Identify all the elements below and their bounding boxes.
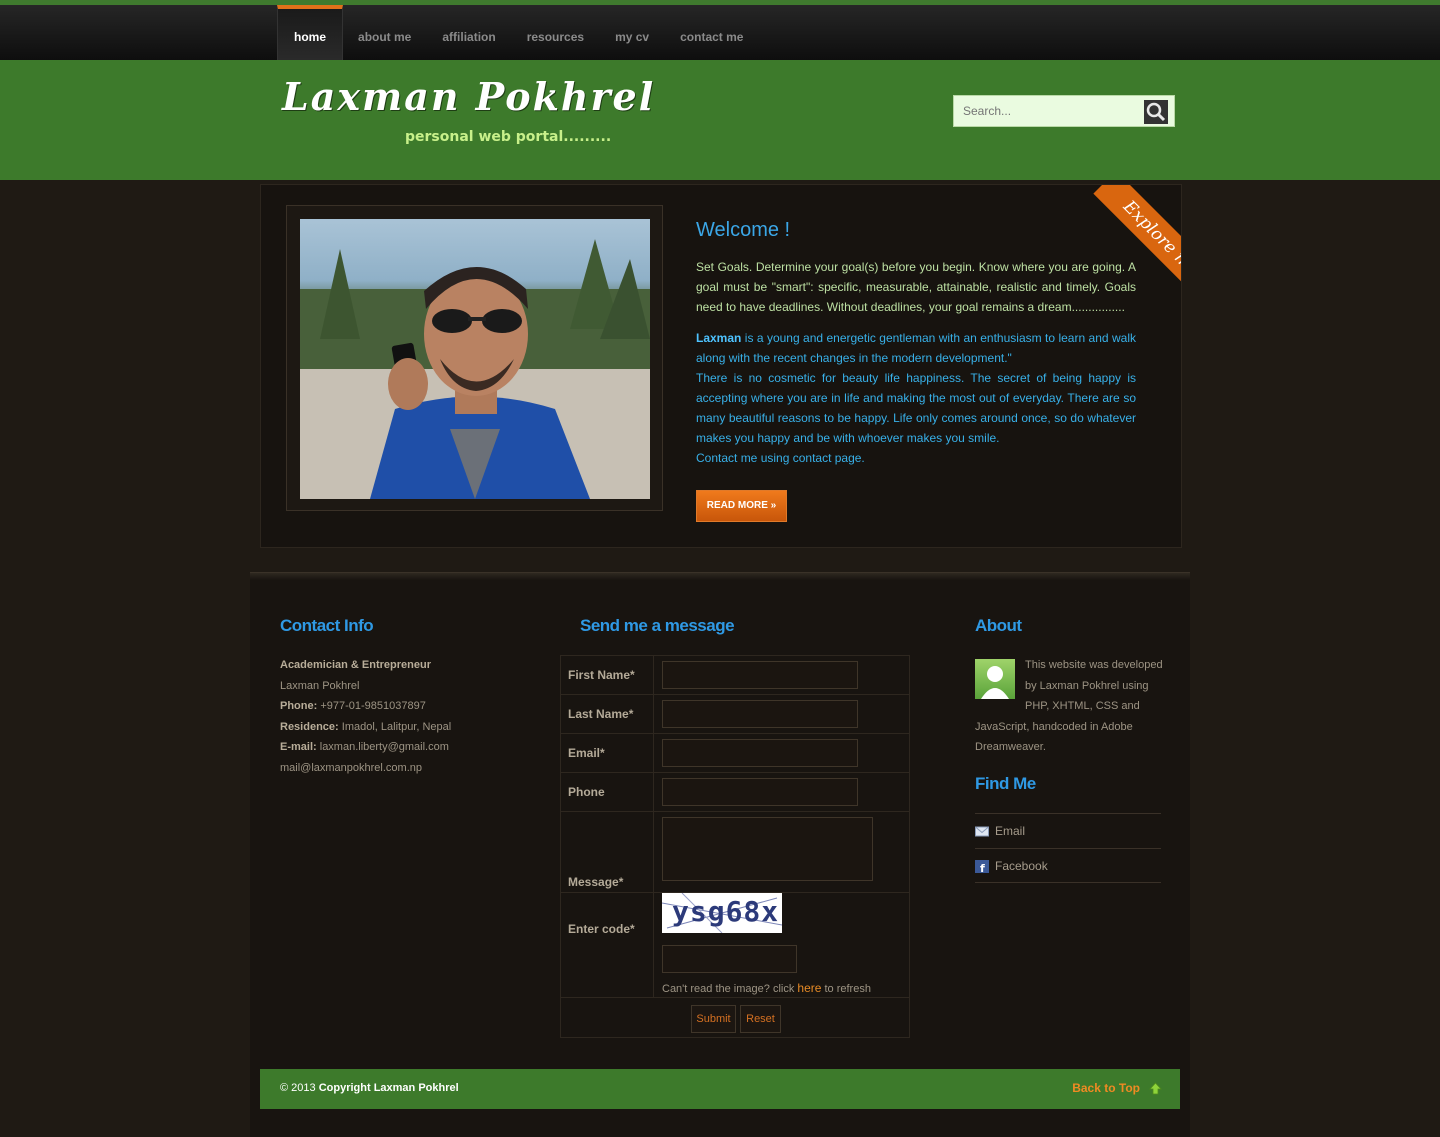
- intro-paragraph: Laxman is a young and energetic gentlema…: [696, 328, 1136, 468]
- nav-home[interactable]: home: [277, 5, 344, 60]
- nav-resources[interactable]: resources: [511, 5, 600, 60]
- email-field[interactable]: [662, 739, 858, 767]
- goals-paragraph: Set Goals. Determine your goal(s) before…: [696, 260, 1136, 314]
- about-heading: About: [975, 616, 1022, 635]
- welcome-feature: Explore me.. Welcome ! Set Goals. Determ…: [260, 184, 1182, 548]
- last-name-label: Last Name*: [561, 695, 654, 733]
- form-row-first-name: First Name*: [561, 656, 909, 695]
- captcha-text: ysg68x: [672, 895, 780, 928]
- contact-hint-text: Contact me using contact page.: [696, 451, 865, 465]
- contact-role: Academician & Entrepreneur: [280, 659, 431, 671]
- top-nav-bar: home about me affiliation resources my c…: [0, 0, 1440, 60]
- about-text: This website was developed by Laxman Pok…: [975, 655, 1165, 758]
- magnifier-icon: [1146, 102, 1166, 122]
- residence-value: Imadol, Lalitpur, Nepal: [341, 720, 452, 733]
- main-nav: home about me affiliation resources my c…: [277, 5, 758, 60]
- phone-value: +977-01-9851037897: [320, 700, 426, 712]
- email-value-2[interactable]: mail@laxmanpokhrel.com.np: [280, 758, 480, 779]
- email-label-form: Email*: [561, 734, 654, 772]
- form-row-email: Email*: [561, 734, 909, 773]
- welcome-heading: Welcome !: [696, 219, 791, 241]
- form-row-message: Message*: [561, 812, 909, 893]
- copyright-year: © 2013: [280, 1082, 319, 1094]
- intro-text: is a young and energetic gentleman with …: [696, 331, 1136, 365]
- nav-my-cv[interactable]: my cv: [599, 5, 665, 60]
- copyright-owner: Copyright Laxman Pokhrel: [318, 1082, 459, 1094]
- find-me-heading: Find Me: [975, 774, 1036, 793]
- contact-info-block: Academician & Entrepreneur Laxman Pokhre…: [280, 655, 480, 778]
- captcha-image: ysg68x: [662, 893, 782, 933]
- form-row-captcha: Enter code* ysg68x Can't read the image?…: [561, 893, 909, 998]
- site-title[interactable]: Laxman Pokhrel: [282, 74, 655, 119]
- first-name-field[interactable]: [662, 661, 858, 689]
- search-input[interactable]: [954, 96, 1139, 126]
- refresh-post-text: to refresh: [821, 983, 871, 995]
- refresh-link[interactable]: here: [797, 981, 821, 995]
- site-subtitle: personal web portal.........: [405, 129, 612, 145]
- captcha-input[interactable]: [662, 945, 797, 973]
- email-label: E-mail:: [280, 741, 317, 753]
- message-textarea[interactable]: [662, 817, 873, 881]
- phone-label: Phone:: [280, 700, 318, 712]
- nav-contact-me[interactable]: contact me: [664, 5, 759, 60]
- refresh-pre-text: Can't read the image? click: [662, 983, 798, 995]
- nav-about-me[interactable]: about me: [342, 5, 427, 60]
- find-me-facebook-label: Facebook: [995, 859, 1048, 873]
- message-label: Message*: [561, 812, 654, 892]
- send-message-heading: Send me a message: [580, 616, 735, 635]
- find-me-facebook[interactable]: f Facebook: [975, 848, 1161, 883]
- nav-affiliation[interactable]: affiliation: [426, 5, 511, 60]
- form-row-last-name: Last Name*: [561, 695, 909, 734]
- bottom-strip: [250, 1130, 1190, 1137]
- footer: © 2013 Copyright Laxman Pokhrel Back to …: [260, 1069, 1180, 1109]
- envelope-icon: [975, 826, 989, 837]
- site-header: [0, 60, 1440, 180]
- find-me-email[interactable]: Email: [975, 813, 1161, 848]
- section-divider: [250, 572, 1190, 580]
- photo-frame: [286, 205, 663, 511]
- phone-field[interactable]: [662, 778, 858, 806]
- facebook-icon: f: [975, 860, 989, 873]
- intro-name: Laxman: [696, 331, 742, 345]
- find-me-email-label: Email: [995, 824, 1026, 838]
- svg-text:f: f: [980, 862, 985, 873]
- reset-button[interactable]: Reset: [740, 1005, 781, 1033]
- profile-photo: [300, 219, 650, 499]
- first-name-label: First Name*: [561, 656, 654, 694]
- search-box: [953, 95, 1175, 127]
- find-me-list: Email f Facebook: [975, 813, 1161, 883]
- submit-button[interactable]: Submit: [691, 1005, 736, 1033]
- captcha-refresh-hint: Can't read the image? click here to refr…: [662, 981, 871, 995]
- up-arrow-icon[interactable]: [1149, 1082, 1162, 1095]
- last-name-field[interactable]: [662, 700, 858, 728]
- back-to-top-link[interactable]: Back to Top: [1072, 1081, 1140, 1095]
- happiness-text: There is no cosmetic for beauty life hap…: [696, 371, 1136, 445]
- contact-form: First Name* Last Name* Email* Phone Mess…: [560, 655, 910, 1038]
- email-value-1[interactable]: laxman.liberty@gmail.com: [320, 741, 449, 753]
- copyright: © 2013 Copyright Laxman Pokhrel: [280, 1082, 459, 1094]
- read-more-button[interactable]: READ MORE »: [696, 490, 787, 522]
- phone-label-form: Phone: [561, 773, 654, 811]
- search-button[interactable]: [1144, 100, 1168, 124]
- enter-code-label: Enter code*: [561, 893, 654, 997]
- residence-label: Residence:: [280, 720, 339, 733]
- form-row-phone: Phone: [561, 773, 909, 812]
- contact-info-heading: Contact Info: [280, 616, 374, 635]
- contact-name: Laxman Pokhrel: [280, 679, 360, 692]
